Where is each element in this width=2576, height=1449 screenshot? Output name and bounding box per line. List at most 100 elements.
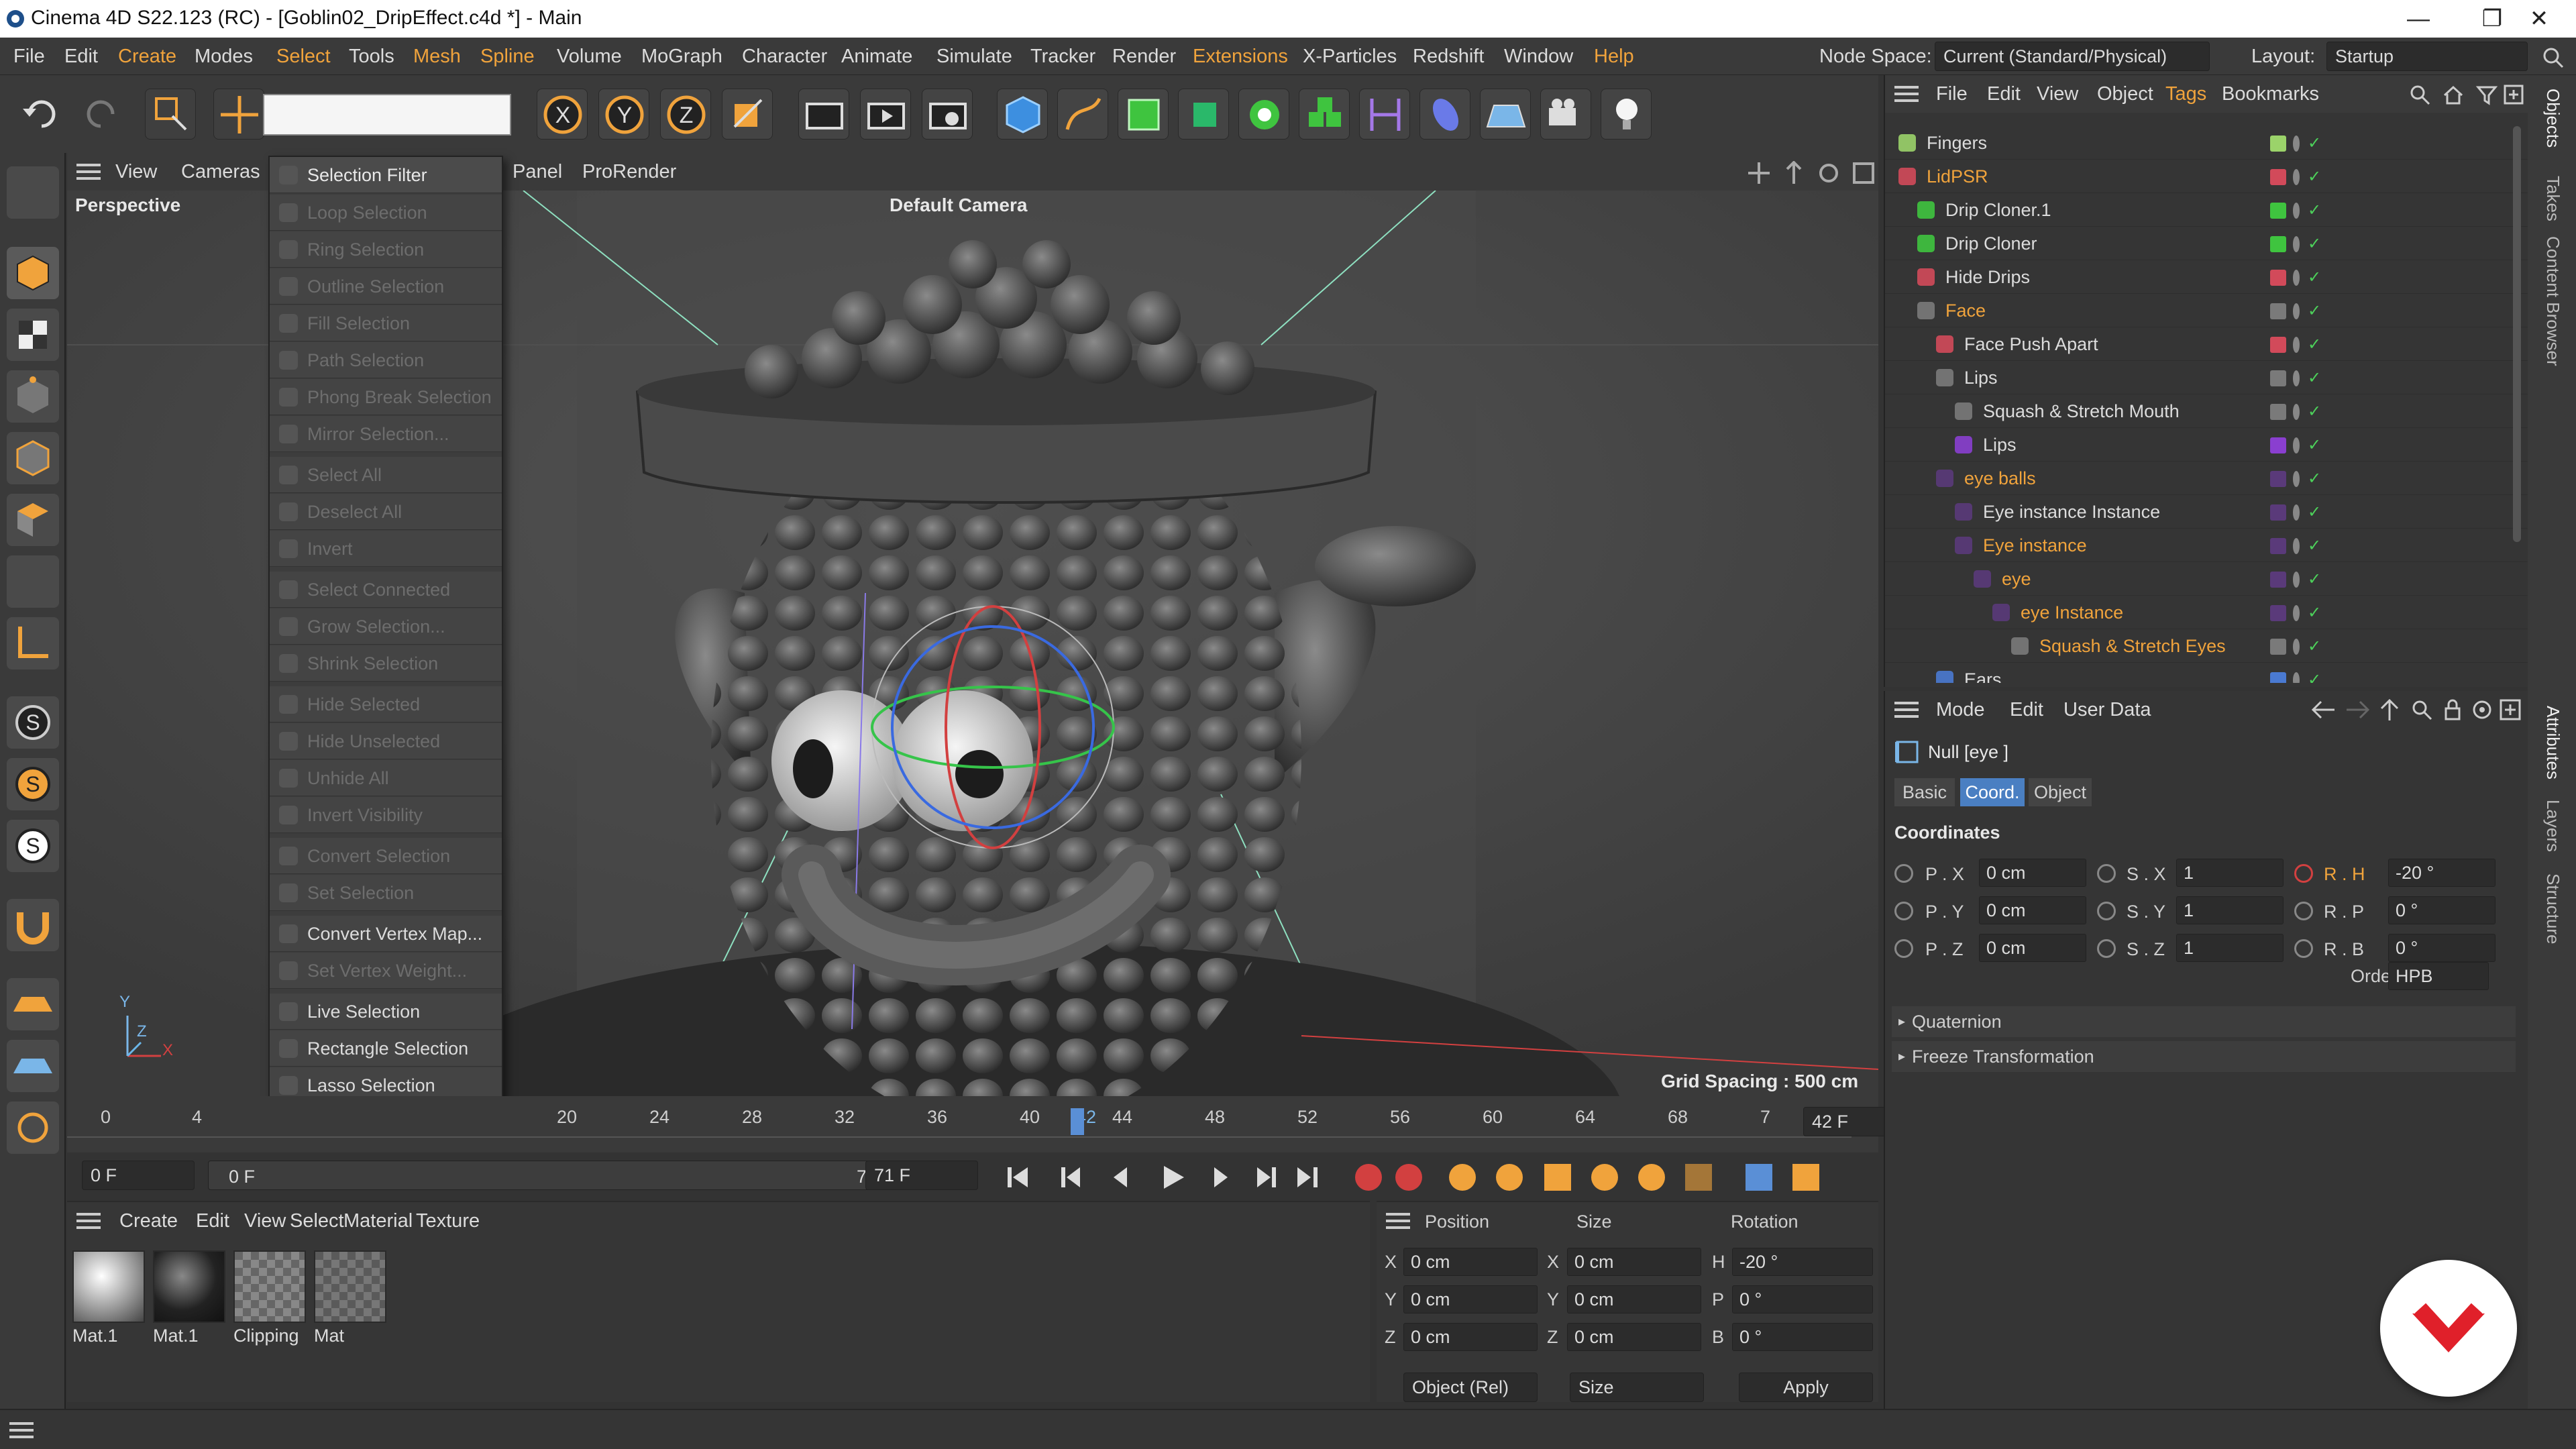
menu-select[interactable]: Select: [276, 38, 331, 75]
zoom-view-icon[interactable]: [1782, 161, 1806, 185]
menu-spline[interactable]: Spline: [480, 38, 535, 75]
select-menu-convert-vertex-map[interactable]: Convert Vertex Map...: [270, 916, 502, 952]
point-mode-button[interactable]: [7, 370, 59, 423]
visibility-dots-icon[interactable]: [2293, 370, 2300, 386]
visibility-dots-icon[interactable]: [2293, 236, 2300, 252]
collapsible-quaternion[interactable]: ▸ Quaternion: [1892, 1006, 2516, 1037]
object-row[interactable]: Eye instance ✓: [1885, 529, 2529, 562]
object-row[interactable]: Lips ✓: [1885, 361, 2529, 394]
coord-hamburger-icon[interactable]: [1386, 1212, 1410, 1230]
material-menu-edit[interactable]: Edit: [196, 1202, 229, 1240]
select-menu-ring-selection[interactable]: Ring Selection: [270, 231, 502, 268]
enabled-check-icon[interactable]: ✓: [2308, 605, 2322, 621]
menu-modes[interactable]: Modes: [195, 38, 253, 75]
visibility-dots-icon[interactable]: [2293, 672, 2300, 683]
timeline-ruler[interactable]: 0 4 20 24 28 32 36 40 42 44 48 52 56 60 64 68 7 42 F: [67, 1096, 1913, 1161]
object-search-icon[interactable]: [2408, 83, 2431, 106]
select-menu-hide-unselected[interactable]: Hide Unselected: [270, 723, 502, 759]
object-menu-file[interactable]: File: [1936, 75, 1968, 113]
render-view-button[interactable]: [798, 89, 849, 140]
back-arrow-icon[interactable]: [2310, 698, 2337, 722]
visibility-dots-icon[interactable]: [2293, 437, 2300, 453]
home-icon[interactable]: [2442, 83, 2465, 106]
enabled-check-icon[interactable]: ✓: [2308, 136, 2322, 152]
material-swatch[interactable]: [153, 1250, 225, 1323]
material-swatch[interactable]: [314, 1250, 386, 1323]
menu-extensions[interactable]: Extensions: [1193, 38, 1288, 75]
coord-position-field[interactable]: 0 cm: [1403, 1248, 1538, 1276]
layer-color-swatch[interactable]: [2270, 639, 2286, 655]
object-row[interactable]: eye ✓: [1885, 562, 2529, 596]
selection-filter-item[interactable]: Selection Filter: [270, 157, 502, 193]
layer-color-swatch[interactable]: [2270, 471, 2286, 487]
object-menu-view[interactable]: View: [2037, 75, 2078, 113]
model-mode-button[interactable]: [7, 247, 59, 299]
side-tab-layers[interactable]: Layers: [2542, 800, 2563, 852]
attr-scale-field[interactable]: 1: [2176, 934, 2284, 962]
layout-dropdown[interactable]: Startup: [2326, 42, 2528, 71]
cube-primitive-button[interactable]: [997, 89, 1048, 140]
snap-settings-button[interactable]: S: [7, 758, 59, 810]
coord-rotation-field[interactable]: 0 °: [1732, 1285, 1873, 1313]
object-menu-tags[interactable]: Tags: [2165, 75, 2206, 113]
select-menu-path-selection[interactable]: Path Selection: [270, 342, 502, 378]
layer-color-swatch[interactable]: [2270, 270, 2286, 286]
apply-button[interactable]: Apply: [1739, 1373, 1873, 1402]
node-space-dropdown[interactable]: Current (Standard/Physical): [1935, 42, 2210, 71]
undo-icon[interactable]: [16, 89, 67, 140]
move-tool-button[interactable]: [213, 89, 264, 140]
visibility-dots-icon[interactable]: [2293, 169, 2300, 185]
coord-position-field[interactable]: 0 cm: [1403, 1323, 1538, 1351]
magnet-tool-button[interactable]: [7, 899, 59, 951]
forward-arrow-icon[interactable]: [2344, 698, 2371, 722]
select-menu-hide-selected[interactable]: Hide Selected: [270, 686, 502, 722]
up-arrow-icon[interactable]: [2377, 698, 2402, 722]
object-row[interactable]: Face ✓: [1885, 294, 2529, 327]
attr-rotation-field[interactable]: 0 °: [2388, 896, 2496, 924]
workplane-button[interactable]: [7, 978, 59, 1030]
animate-keyframe-icon[interactable]: [1894, 864, 1913, 883]
field-button[interactable]: [1419, 89, 1470, 140]
attr-new-window-icon[interactable]: [2498, 698, 2522, 722]
object-row[interactable]: Fingers ✓: [1885, 126, 2529, 160]
target-icon[interactable]: [2470, 698, 2494, 722]
layer-color-swatch[interactable]: [2270, 538, 2286, 554]
attr-position-field[interactable]: 0 cm: [1979, 896, 2086, 924]
menu-mesh[interactable]: Mesh: [413, 38, 461, 75]
viewport-menu-view[interactable]: View: [115, 153, 157, 191]
material-menu-view[interactable]: View: [244, 1202, 286, 1240]
subdivision-surface-button[interactable]: [1118, 89, 1169, 140]
visibility-dots-icon[interactable]: [2293, 471, 2300, 487]
floor-button[interactable]: [1480, 89, 1531, 140]
maximize-view-icon[interactable]: [1851, 161, 1876, 185]
menu-x-particles[interactable]: X-Particles: [1303, 38, 1397, 75]
attr-menu-user-data[interactable]: User Data: [2063, 691, 2151, 729]
coord-size-field[interactable]: 0 cm: [1567, 1323, 1701, 1351]
objects-hamburger-icon[interactable]: [1894, 85, 1919, 103]
object-row[interactable]: Hide Drips ✓: [1885, 260, 2529, 294]
animate-keyframe-icon[interactable]: [2294, 939, 2313, 958]
menu-animate[interactable]: Animate: [841, 38, 912, 75]
material-hamburger-icon[interactable]: [76, 1212, 101, 1230]
enabled-check-icon[interactable]: ✓: [2308, 504, 2322, 521]
menu-tools[interactable]: Tools: [349, 38, 394, 75]
frame-range-slider[interactable]: 0 F 71 F: [208, 1161, 919, 1190]
select-menu-phong-break-selection[interactable]: Phong Break Selection: [270, 379, 502, 415]
animate-keyframe-icon[interactable]: [1894, 902, 1913, 920]
search-icon[interactable]: [2540, 44, 2567, 71]
light-button[interactable]: [1601, 89, 1652, 140]
material-menu-texture[interactable]: Texture: [416, 1202, 480, 1240]
select-menu-live-selection[interactable]: Live Selection: [270, 994, 502, 1030]
enabled-check-icon[interactable]: ✓: [2308, 572, 2322, 588]
object-row[interactable]: LidPSR ✓: [1885, 160, 2529, 193]
visibility-dots-icon[interactable]: [2293, 270, 2300, 286]
pen-spline-button[interactable]: [1057, 89, 1108, 140]
material-swatch[interactable]: [72, 1250, 145, 1323]
start-frame-field[interactable]: 0 F: [82, 1161, 195, 1190]
viewport-menu-prorender[interactable]: ProRender: [582, 153, 676, 191]
menu-tracker[interactable]: Tracker: [1030, 38, 1095, 75]
animate-keyframe-icon[interactable]: [2097, 902, 2116, 920]
snap-button[interactable]: S: [7, 696, 59, 749]
visibility-dots-icon[interactable]: [2293, 136, 2300, 152]
coordinate-system-button[interactable]: [722, 89, 773, 140]
